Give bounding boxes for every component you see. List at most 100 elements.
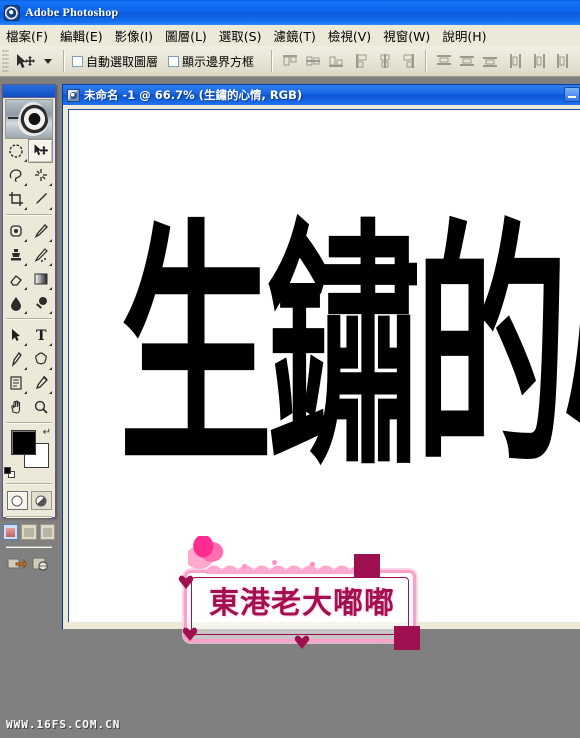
menu-filter[interactable]: 濾鏡(T)	[267, 24, 321, 47]
gradient-tool[interactable]	[28, 267, 53, 291]
menu-view[interactable]: 檢視(V)	[322, 24, 377, 47]
menu-select[interactable]: 選取(S)	[213, 24, 268, 47]
crop-tool[interactable]	[3, 187, 28, 211]
tool-separator-5	[6, 516, 52, 518]
notes-tool[interactable]	[3, 371, 28, 395]
distribute-vertical-centers-button[interactable]	[457, 51, 477, 71]
flyout-triangle-icon	[21, 263, 27, 266]
eraser-tool[interactable]	[3, 267, 28, 291]
dodge-tool[interactable]	[28, 291, 53, 315]
align-right-edges-button[interactable]	[398, 51, 418, 71]
distribute-horizontal-centers-button[interactable]	[529, 51, 549, 71]
artwork-text: 生鏽的心情	[119, 197, 580, 501]
tool-row-9	[3, 347, 55, 371]
screen-mode-buttons	[3, 521, 55, 543]
menu-layer[interactable]: 圖層(L)	[159, 24, 213, 47]
menu-image[interactable]: 影像(I)	[109, 24, 159, 47]
slice-tool[interactable]	[28, 187, 53, 211]
minimize-button[interactable]	[564, 87, 580, 102]
align-buttons-group	[280, 51, 346, 71]
color-swatches: ↵	[3, 428, 55, 480]
custom-shape-tool[interactable]	[28, 347, 53, 371]
scallop-trim	[206, 560, 356, 574]
tool-row-4	[3, 219, 55, 243]
dot-decoration	[242, 564, 247, 569]
jump-to-imageready-button[interactable]	[7, 555, 28, 573]
tool-preset-chevron-down-icon[interactable]	[44, 58, 52, 64]
history-brush-tool[interactable]	[28, 243, 53, 267]
menu-window[interactable]: 視窗(W)	[377, 24, 436, 47]
auto-select-layer-checkbox[interactable]: 自動選取圖層	[72, 53, 158, 70]
foreground-color-swatch[interactable]	[11, 430, 36, 455]
pen-tool[interactable]	[3, 347, 28, 371]
tool-row-3	[3, 187, 55, 211]
align-horizontal-centers-button[interactable]	[375, 51, 395, 71]
document-titlebar[interactable]: 未命名 -1 @ 66.7% (生鏽的心情, RGB)	[63, 85, 580, 105]
standard-mode-button[interactable]	[6, 491, 28, 510]
flyout-triangle-icon	[21, 183, 27, 186]
mask-mode-buttons	[3, 488, 55, 513]
options-separator-2	[271, 50, 274, 72]
type-tool[interactable]: T	[28, 323, 53, 347]
standard-screen-mode-button[interactable]	[3, 524, 19, 540]
default-colors-icon[interactable]	[4, 467, 16, 479]
distribute-top-edges-button[interactable]	[434, 51, 454, 71]
path-selection-tool[interactable]	[3, 323, 28, 347]
align-bottom-edges-button[interactable]	[326, 51, 346, 71]
healing-brush-tool[interactable]	[3, 219, 28, 243]
lasso-tool[interactable]	[3, 163, 28, 187]
screen-mode-icon	[42, 528, 52, 537]
decorative-watermark-badge: 東港老大嘟嘟	[176, 534, 428, 656]
show-bounding-box-checkbox[interactable]: 顯示邊界方框	[168, 53, 254, 70]
eyedropper-tool[interactable]	[28, 371, 53, 395]
distribute-right-edges-button[interactable]	[552, 51, 572, 71]
zoom-tool[interactable]	[28, 395, 53, 419]
application-titlebar: Adobe Photoshop	[0, 0, 580, 25]
clone-stamp-tool[interactable]	[3, 243, 28, 267]
tool-row-8: T	[3, 323, 55, 347]
distribute-left-edges-button[interactable]	[506, 51, 526, 71]
marquee-tool[interactable]	[3, 139, 28, 163]
tool-row-7	[3, 291, 55, 315]
photoshop-icon	[4, 4, 20, 21]
align-vertical-centers-button[interactable]	[303, 51, 323, 71]
svg-text:T: T	[36, 328, 47, 343]
align-top-edges-button[interactable]	[280, 51, 300, 71]
menu-edit[interactable]: 編輯(E)	[54, 24, 109, 47]
clover-icon	[394, 626, 420, 650]
menu-help[interactable]: 說明(H)	[436, 24, 492, 47]
full-screen-with-menubar-button[interactable]	[21, 524, 37, 540]
move-tool[interactable]	[28, 139, 53, 163]
options-bar-grip[interactable]	[2, 49, 9, 73]
flyout-triangle-icon	[21, 159, 27, 162]
move-tool-icon[interactable]	[12, 49, 42, 73]
distribute-horizontal-group	[506, 51, 572, 71]
paintbrush-tool[interactable]	[28, 219, 53, 243]
hand-tool[interactable]	[3, 395, 28, 419]
tool-palette-titlebar[interactable]	[3, 85, 55, 98]
blur-tool[interactable]	[3, 291, 28, 315]
flyout-triangle-icon	[21, 207, 27, 210]
quick-mask-mode-button[interactable]	[30, 491, 52, 510]
screen-mode-icon	[6, 528, 16, 537]
tool-separator-6	[6, 546, 52, 548]
flyout-triangle-icon	[46, 311, 52, 314]
site-url-watermark: WWW.16FS.COM.CN	[6, 718, 121, 731]
align-left-edges-button[interactable]	[352, 51, 372, 71]
dot-decoration	[272, 560, 277, 565]
flyout-triangle-icon	[46, 391, 52, 394]
swap-colors-icon[interactable]: ↵	[43, 428, 51, 438]
distribute-bottom-edges-button[interactable]	[480, 51, 500, 71]
auto-select-layer-label: 自動選取圖層	[86, 54, 159, 69]
flyout-triangle-icon	[21, 343, 27, 346]
menu-file[interactable]: 檔案(F)	[0, 24, 54, 47]
preview-in-browser-button[interactable]	[31, 555, 51, 573]
tool-row-1	[3, 139, 55, 163]
flyout-triangle-icon	[21, 311, 27, 314]
full-screen-mode-button[interactable]	[39, 524, 55, 540]
tool-row-6	[3, 267, 55, 291]
tool-separator-1	[6, 214, 52, 216]
magic-wand-tool[interactable]	[28, 163, 53, 187]
standard-mode-icon	[11, 495, 23, 506]
jump-buttons	[3, 551, 55, 575]
